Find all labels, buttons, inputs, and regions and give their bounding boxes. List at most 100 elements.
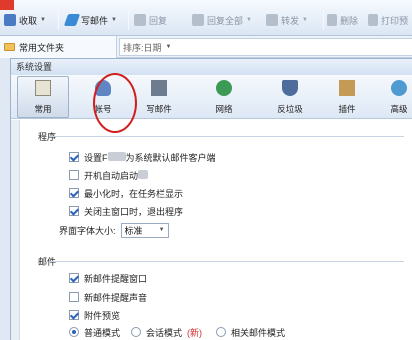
- font-size-value: 标准: [124, 225, 143, 236]
- option-default-client[interactable]: 设置F 为系统默认邮件客户端: [69, 150, 216, 164]
- mode-normal-label: 普通模式: [84, 327, 121, 338]
- toolbar-divider: [323, 10, 324, 30]
- toolbar-divider: [128, 10, 129, 30]
- tab-antispam-label: 反垃圾: [277, 104, 303, 114]
- general-icon: [35, 80, 51, 96]
- folder-row: 常用文件夹 排序:日期 ▼: [0, 36, 412, 58]
- chevron-down-icon: ▼: [111, 17, 117, 23]
- radio[interactable]: [69, 327, 79, 337]
- option-autostart[interactable]: 开机自动启动: [69, 168, 149, 182]
- app-logo-icon: [0, 0, 14, 10]
- chevron-down-icon: ▼: [40, 17, 46, 23]
- section-divider: [49, 261, 404, 262]
- forward-icon: [266, 14, 278, 26]
- option-attachment-preview-label: 附件预览: [84, 310, 121, 321]
- mode-normal[interactable]: 普通模式: [69, 325, 120, 339]
- common-folders-label: 常用文件夹: [19, 42, 65, 53]
- reply-label: 回复: [149, 15, 168, 26]
- reply-icon: [134, 14, 146, 26]
- folder-icon: [4, 43, 15, 51]
- main-toolbar: 收取 ▼ 写邮件 ▼ 回复 回复全部 ▼ 转发 ▼ 删除 打印预: [0, 0, 412, 36]
- chevron-down-icon: ▼: [158, 227, 165, 233]
- tab-plugins[interactable]: 插件: [321, 76, 373, 118]
- sort-label: 排序:日期: [123, 42, 162, 53]
- option-new-mail-window[interactable]: 新邮件提醒窗口: [69, 271, 147, 285]
- forward-label: 转发: [281, 15, 300, 26]
- dialog-title: 系统设置: [11, 59, 412, 75]
- option-autostart-label: 开机自动启动: [84, 169, 149, 182]
- reply-all-label: 回复全部: [207, 15, 244, 26]
- sort-dropdown[interactable]: 排序:日期 ▼: [119, 38, 412, 56]
- option-new-mail-sound-label: 新邮件提醒声音: [84, 292, 148, 303]
- option-default-client-label: 设置F 为系统默认邮件客户端: [84, 151, 216, 163]
- tab-network[interactable]: 网络: [198, 76, 250, 118]
- plugin-icon: [339, 80, 355, 96]
- chevron-down-icon: ▼: [246, 17, 252, 23]
- delete-label: 删除: [340, 15, 359, 26]
- tab-plugins-label: 插件: [338, 104, 356, 114]
- tab-advanced[interactable]: 高级: [373, 76, 412, 118]
- receive-button[interactable]: 收取 ▼: [4, 12, 46, 28]
- option-exit-on-close-label: 关闭主窗口时，退出程序: [84, 206, 184, 217]
- network-icon: [216, 80, 232, 96]
- tab-antispam[interactable]: 反垃圾: [264, 76, 316, 118]
- common-folders[interactable]: 常用文件夹: [0, 36, 117, 58]
- chevron-down-icon: ▼: [302, 17, 308, 23]
- antispam-icon: [282, 80, 298, 96]
- option-show-in-taskbar[interactable]: 最小化时，在任务栏显示: [69, 186, 183, 200]
- radio[interactable]: [131, 327, 141, 337]
- mode-conversation-label: 会话模式: [146, 327, 183, 338]
- highlight-circle: [93, 73, 137, 133]
- mode-related-label: 相关邮件模式: [231, 327, 286, 338]
- delete-icon: [327, 14, 337, 26]
- tab-general-label: 常用: [34, 104, 52, 114]
- font-size-select[interactable]: 标准 ▼: [120, 222, 169, 238]
- advanced-icon: [391, 80, 407, 96]
- checkbox[interactable]: [69, 273, 79, 283]
- font-size-row: 界面字体大小: 标准 ▼: [59, 222, 169, 238]
- print-button[interactable]: 打印预: [368, 12, 408, 28]
- radio[interactable]: [216, 327, 226, 337]
- receive-label: 收取: [19, 15, 38, 26]
- mode-conversation[interactable]: 会话模式 (新): [131, 325, 202, 339]
- chevron-down-icon: ▼: [165, 44, 172, 50]
- compose-label: 写邮件: [81, 15, 109, 26]
- redacted-text: [138, 169, 149, 179]
- tab-network-label: 网络: [215, 104, 233, 114]
- printer-icon: [368, 14, 378, 26]
- print-label: 打印预: [381, 15, 409, 26]
- checkbox[interactable]: [69, 310, 79, 320]
- reply-all-icon: [192, 14, 204, 26]
- checkbox[interactable]: [69, 206, 79, 216]
- scrollbar[interactable]: [11, 120, 20, 340]
- tab-compose-label: 写邮件: [146, 104, 172, 114]
- checkbox[interactable]: [69, 152, 79, 162]
- checkbox[interactable]: [69, 170, 79, 180]
- checkbox[interactable]: [69, 188, 79, 198]
- delete-button[interactable]: 删除: [327, 12, 358, 28]
- reply-button[interactable]: 回复: [134, 12, 167, 28]
- checkbox[interactable]: [69, 292, 79, 302]
- compose-button[interactable]: 写邮件 ▼: [63, 12, 117, 28]
- category-bar: 常用 帐号 写邮件 网络 反垃圾 插件 高级: [11, 75, 412, 119]
- option-new-mail-window-label: 新邮件提醒窗口: [84, 273, 148, 284]
- option-exit-on-close[interactable]: 关闭主窗口时，退出程序: [69, 204, 183, 218]
- font-size-label: 界面字体大小:: [59, 225, 116, 236]
- settings-dialog: 系统设置 常用 帐号 写邮件 网络 反垃圾 插件 高级 程序 设置F 为系统默认…: [10, 58, 412, 340]
- pen-icon: [63, 14, 81, 26]
- tab-advanced-label: 高级: [390, 104, 408, 114]
- section-divider: [49, 136, 404, 137]
- tab-general[interactable]: 常用: [17, 76, 69, 118]
- forward-button[interactable]: 转发 ▼: [266, 12, 308, 28]
- reply-all-button[interactable]: 回复全部 ▼: [192, 12, 252, 28]
- redacted-text: [107, 151, 126, 161]
- new-badge: (新): [187, 327, 203, 338]
- mode-related[interactable]: 相关邮件模式: [216, 325, 285, 339]
- option-attachment-preview[interactable]: 附件预览: [69, 308, 120, 322]
- option-show-in-taskbar-label: 最小化时，在任务栏显示: [84, 188, 184, 199]
- toolbar-divider: [58, 10, 59, 30]
- compose-icon: [151, 80, 167, 96]
- tab-compose[interactable]: 写邮件: [133, 76, 185, 118]
- option-new-mail-sound[interactable]: 新邮件提醒声音: [69, 290, 147, 304]
- receive-icon: [4, 14, 16, 26]
